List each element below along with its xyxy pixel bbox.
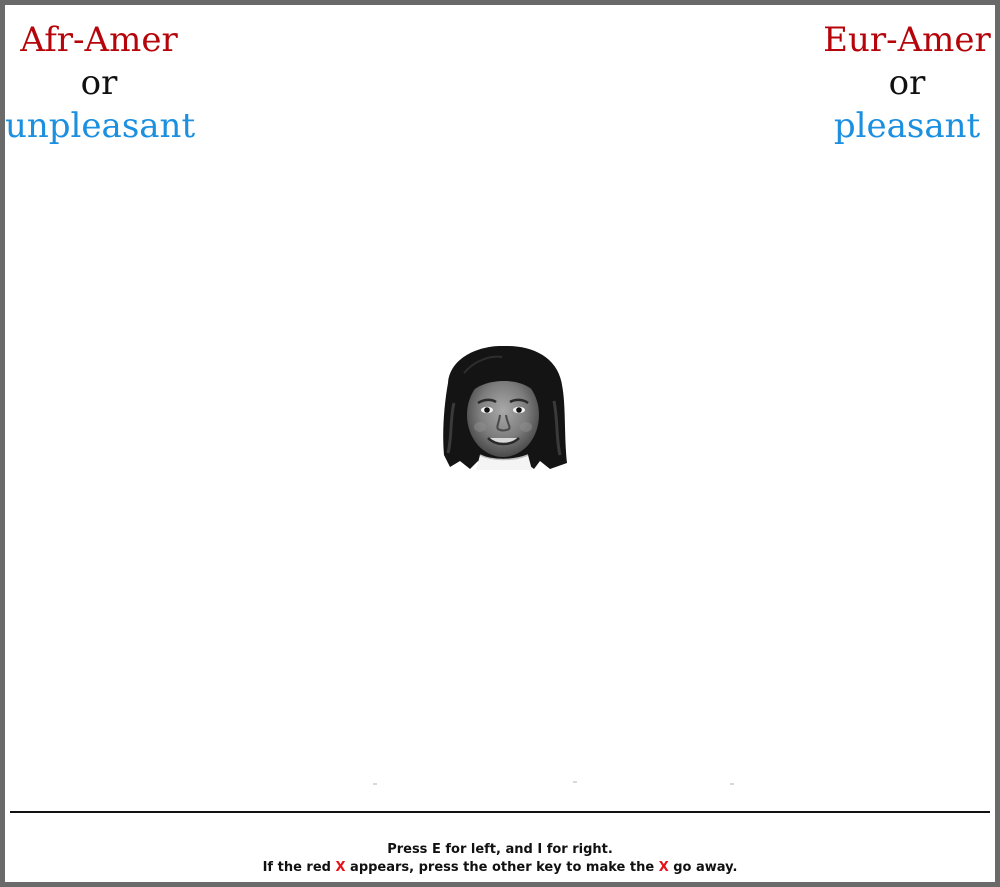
child-face-photo-icon <box>443 345 567 470</box>
instruction-text: go away. <box>668 860 738 875</box>
instruction-line-keys: Press E for left, and I for right. <box>387 842 613 857</box>
right-group-label: Eur-Amer <box>823 20 991 60</box>
error-x-mark: X <box>658 860 669 875</box>
residue-speck <box>373 783 377 785</box>
instructions-divider <box>10 811 990 813</box>
instructions: Press E for left, and I for right. If th… <box>10 841 990 877</box>
residue-speck <box>730 783 734 785</box>
instruction-line-error: If the red X appears, press the other ke… <box>10 859 990 877</box>
left-group-label: Afr-Amer <box>20 20 178 60</box>
instruction-text: If the red <box>262 860 336 875</box>
residue-speck <box>573 781 577 783</box>
task-frame: Afr-Amer or unpleasant Eur-Amer or pleas… <box>0 0 1000 887</box>
left-category-label: Afr-Amer or unpleasant <box>5 19 196 148</box>
instruction-text: appears, press the other key to make the <box>345 860 659 875</box>
stimulus-image <box>440 343 567 470</box>
right-category-label: Eur-Amer or pleasant <box>819 19 995 148</box>
left-connector-label: or <box>80 63 118 103</box>
right-connector-label: or <box>888 63 926 103</box>
error-x-mark: X <box>335 860 346 875</box>
left-attribute-label: unpleasant <box>5 106 196 146</box>
right-attribute-label: pleasant <box>833 106 981 146</box>
